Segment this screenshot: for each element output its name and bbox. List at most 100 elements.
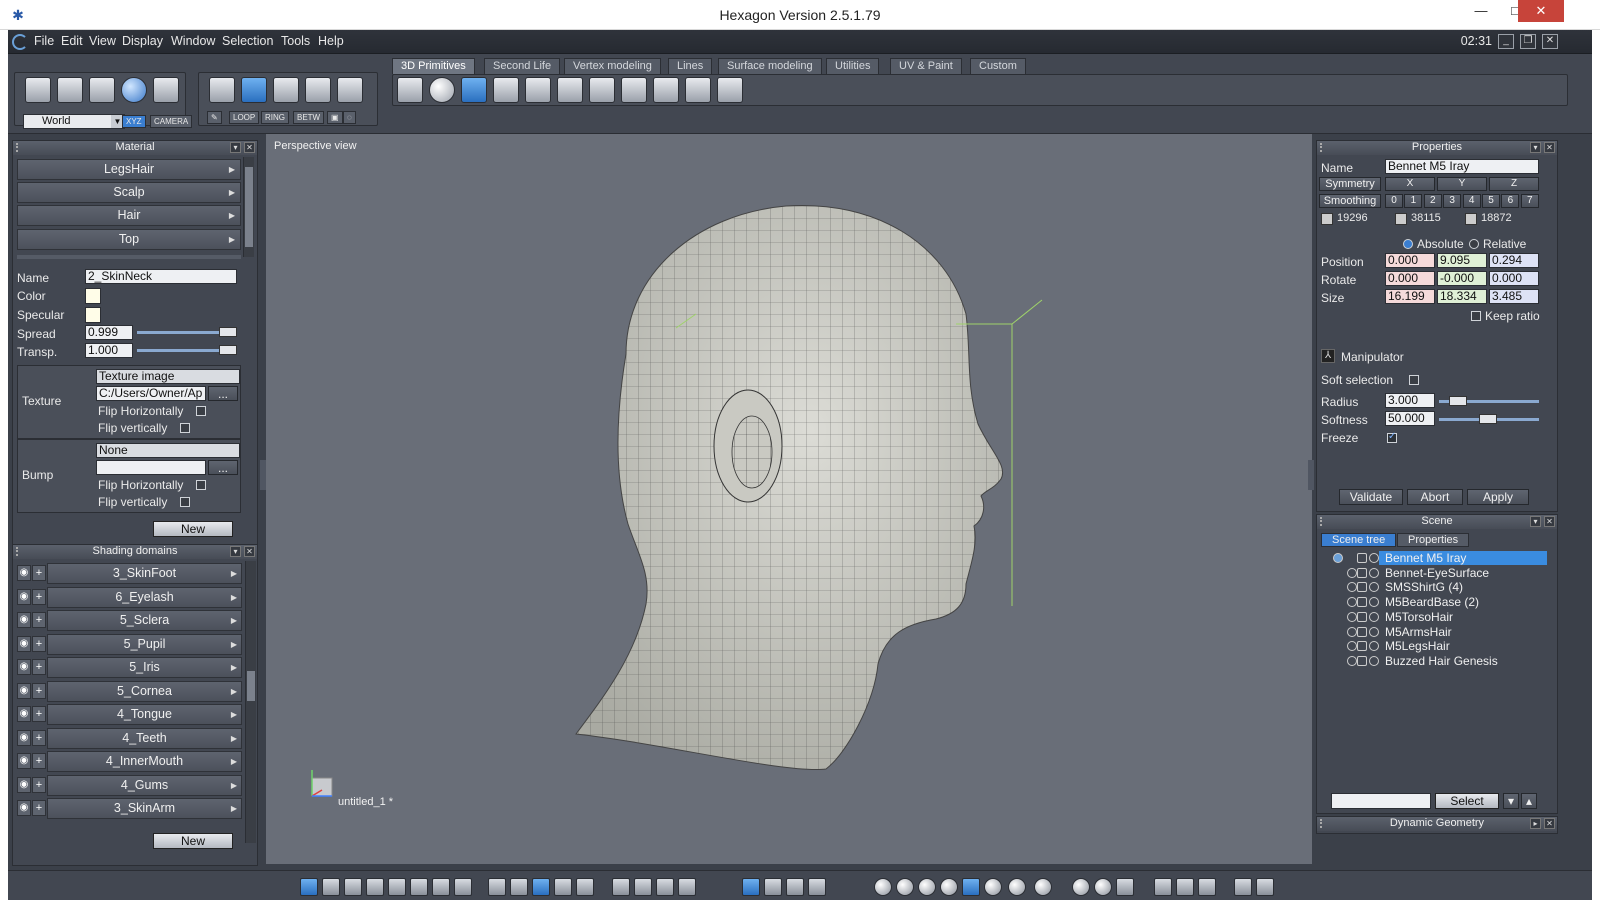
quad-view-icon[interactable] <box>322 878 340 896</box>
smoothing-button[interactable]: Smoothing <box>1319 194 1381 208</box>
shading-domain-label[interactable]: 5_Cornea ▶ <box>47 680 242 702</box>
shading-domain-label[interactable]: 5_Iris ▶ <box>47 657 242 678</box>
cube-icon[interactable] <box>397 77 423 103</box>
lock-icon[interactable] <box>1357 611 1367 622</box>
add-icon[interactable]: + <box>32 776 46 793</box>
eye-icon[interactable]: ◉ <box>17 588 31 605</box>
menu-selection[interactable]: Selection <box>222 34 273 48</box>
scene-tree-item[interactable]: Buzzed Hair Genesis <box>1323 654 1545 668</box>
smoothing-level-5[interactable]: 5 <box>1482 194 1500 208</box>
position-z-field[interactable]: 0.294 <box>1489 253 1539 268</box>
right-collapse-handle[interactable] <box>1308 460 1314 490</box>
eye-icon[interactable]: ◉ <box>17 776 31 793</box>
specular-swatch[interactable] <box>85 307 101 323</box>
grip-icon[interactable] <box>16 143 22 152</box>
smooth-wire-icon[interactable] <box>962 878 980 896</box>
brush-select-icon[interactable]: ✎ <box>207 111 222 124</box>
symmetry-z-button[interactable]: Z <box>1489 177 1539 191</box>
lock-icon[interactable] <box>1357 567 1367 578</box>
shading-domain-label[interactable]: 3_SkinFoot ▶ <box>47 563 242 584</box>
menu-window[interactable]: Window <box>171 34 215 48</box>
freeze-checkbox[interactable] <box>1387 431 1397 443</box>
vertex-mode-icon[interactable] <box>305 77 331 103</box>
add-icon[interactable]: + <box>32 729 46 746</box>
new-shading-domain-button[interactable]: New <box>153 833 233 849</box>
smoothing-level-7[interactable]: 7 <box>1520 194 1539 208</box>
coord-space-select[interactable]: World ▼ <box>23 114 125 129</box>
rotate-manipulator-icon[interactable] <box>786 878 804 896</box>
material-item-legshair[interactable]: LegsHair ▶ <box>17 159 241 180</box>
object-name-field[interactable]: Bennet M5 Iray <box>1385 159 1539 174</box>
eye-icon[interactable] <box>678 878 696 896</box>
book-icon[interactable] <box>1198 878 1216 896</box>
ring-select-button[interactable]: RING <box>261 111 289 124</box>
bump-type-select[interactable]: None <box>96 443 240 458</box>
shading-domain-row[interactable]: ◉ +4_Teeth ▶ <box>17 727 247 749</box>
size-z-field[interactable]: 3.485 <box>1489 289 1539 304</box>
eye-icon[interactable]: ◉ <box>17 612 31 628</box>
ambient-occlusion-icon[interactable] <box>1008 878 1026 896</box>
object-mode-icon[interactable] <box>209 77 235 103</box>
zoom-extents-icon[interactable] <box>612 878 630 896</box>
add-icon[interactable]: + <box>32 565 46 581</box>
universal-manipulator-icon[interactable] <box>764 878 782 896</box>
shading-domain-label[interactable]: 4_Gums ▶ <box>47 774 242 796</box>
edge-mode-icon[interactable] <box>273 77 299 103</box>
scrollbar-thumb[interactable] <box>247 671 255 701</box>
scrollbar-thumb[interactable] <box>245 167 253 247</box>
shading-domain-row[interactable]: ◉ +5_Sclera ▶ <box>17 610 247 631</box>
bump-flip-horizontally-checkbox[interactable] <box>196 480 206 490</box>
absolute-radio[interactable] <box>1403 239 1413 249</box>
smoothing-level-6[interactable]: 6 <box>1501 194 1520 208</box>
spread-slider-knob[interactable] <box>219 327 237 337</box>
relative-radio[interactable] <box>1469 239 1479 249</box>
cone-icon[interactable] <box>557 77 583 103</box>
visibility-eye-icon[interactable] <box>1369 611 1379 622</box>
octahedron-icon[interactable] <box>621 77 647 103</box>
pan-icon[interactable] <box>634 878 652 896</box>
cylinder-icon[interactable] <box>525 77 551 103</box>
scene-tree-item[interactable]: M5ArmsHair <box>1323 625 1545 639</box>
grid-color-icon[interactable] <box>554 878 572 896</box>
shading-domain-label[interactable]: 5_Sclera ▶ <box>47 610 242 631</box>
smooth-shaded-icon[interactable] <box>940 878 958 896</box>
text-3d-icon[interactable] <box>717 77 743 103</box>
bump-path-field[interactable] <box>96 460 206 475</box>
panel-menu-icon[interactable]: ▾ <box>1530 142 1541 153</box>
flat-shaded-icon[interactable] <box>918 878 936 896</box>
panel-close-icon[interactable]: ✕ <box>1544 818 1555 829</box>
add-icon[interactable]: + <box>32 612 46 628</box>
tab-scene-tree[interactable]: Scene tree <box>1321 533 1397 547</box>
flip-horizontally-checkbox[interactable] <box>196 406 206 416</box>
radius-slider-knob[interactable] <box>1449 396 1467 406</box>
mdi-close-icon[interactable]: ✕ <box>1542 34 1558 49</box>
rotate-z-field[interactable]: 0.000 <box>1489 271 1539 286</box>
abort-button[interactable]: Abort <box>1407 489 1463 505</box>
smoothing-level-1[interactable]: 1 <box>1404 194 1423 208</box>
single-view-icon[interactable] <box>300 878 318 896</box>
grid-display-icon[interactable] <box>532 878 550 896</box>
texture-path-field[interactable]: C:/Users/Owner/Ap <box>96 386 206 401</box>
camera-toggle[interactable]: CAMERA <box>150 115 193 128</box>
tab-scene-properties[interactable]: Properties <box>1397 533 1470 547</box>
shading-domain-row[interactable]: ◉ +4_Gums ▶ <box>17 774 247 796</box>
visibility-eye-icon[interactable] <box>1369 655 1379 666</box>
shading-domain-row[interactable]: ◉ +5_Cornea ▶ <box>17 680 247 702</box>
shading-domain-row[interactable]: ◉ +5_Iris ▶ <box>17 657 247 678</box>
scene-tree-item[interactable]: SMSShirtG (4) <box>1323 580 1545 594</box>
snap-icon[interactable] <box>510 878 528 896</box>
mdi-minimize-icon[interactable]: _ <box>1498 34 1514 49</box>
color-swatch[interactable] <box>85 288 101 304</box>
add-icon[interactable]: + <box>32 659 46 675</box>
camera-icon[interactable] <box>1256 878 1274 896</box>
lock-icon[interactable] <box>1357 582 1367 593</box>
face-mode-icon[interactable] <box>241 77 267 103</box>
scene-search-input[interactable] <box>1331 793 1431 809</box>
position-x-field[interactable]: 0.000 <box>1385 253 1435 268</box>
grid-icon[interactable] <box>488 878 506 896</box>
light-icon[interactable] <box>1116 878 1134 896</box>
panel-close-icon[interactable]: ✕ <box>244 142 255 153</box>
add-icon[interactable]: + <box>32 800 46 816</box>
grip-icon[interactable] <box>1320 819 1326 828</box>
soft-selection-checkbox[interactable] <box>1409 375 1419 385</box>
